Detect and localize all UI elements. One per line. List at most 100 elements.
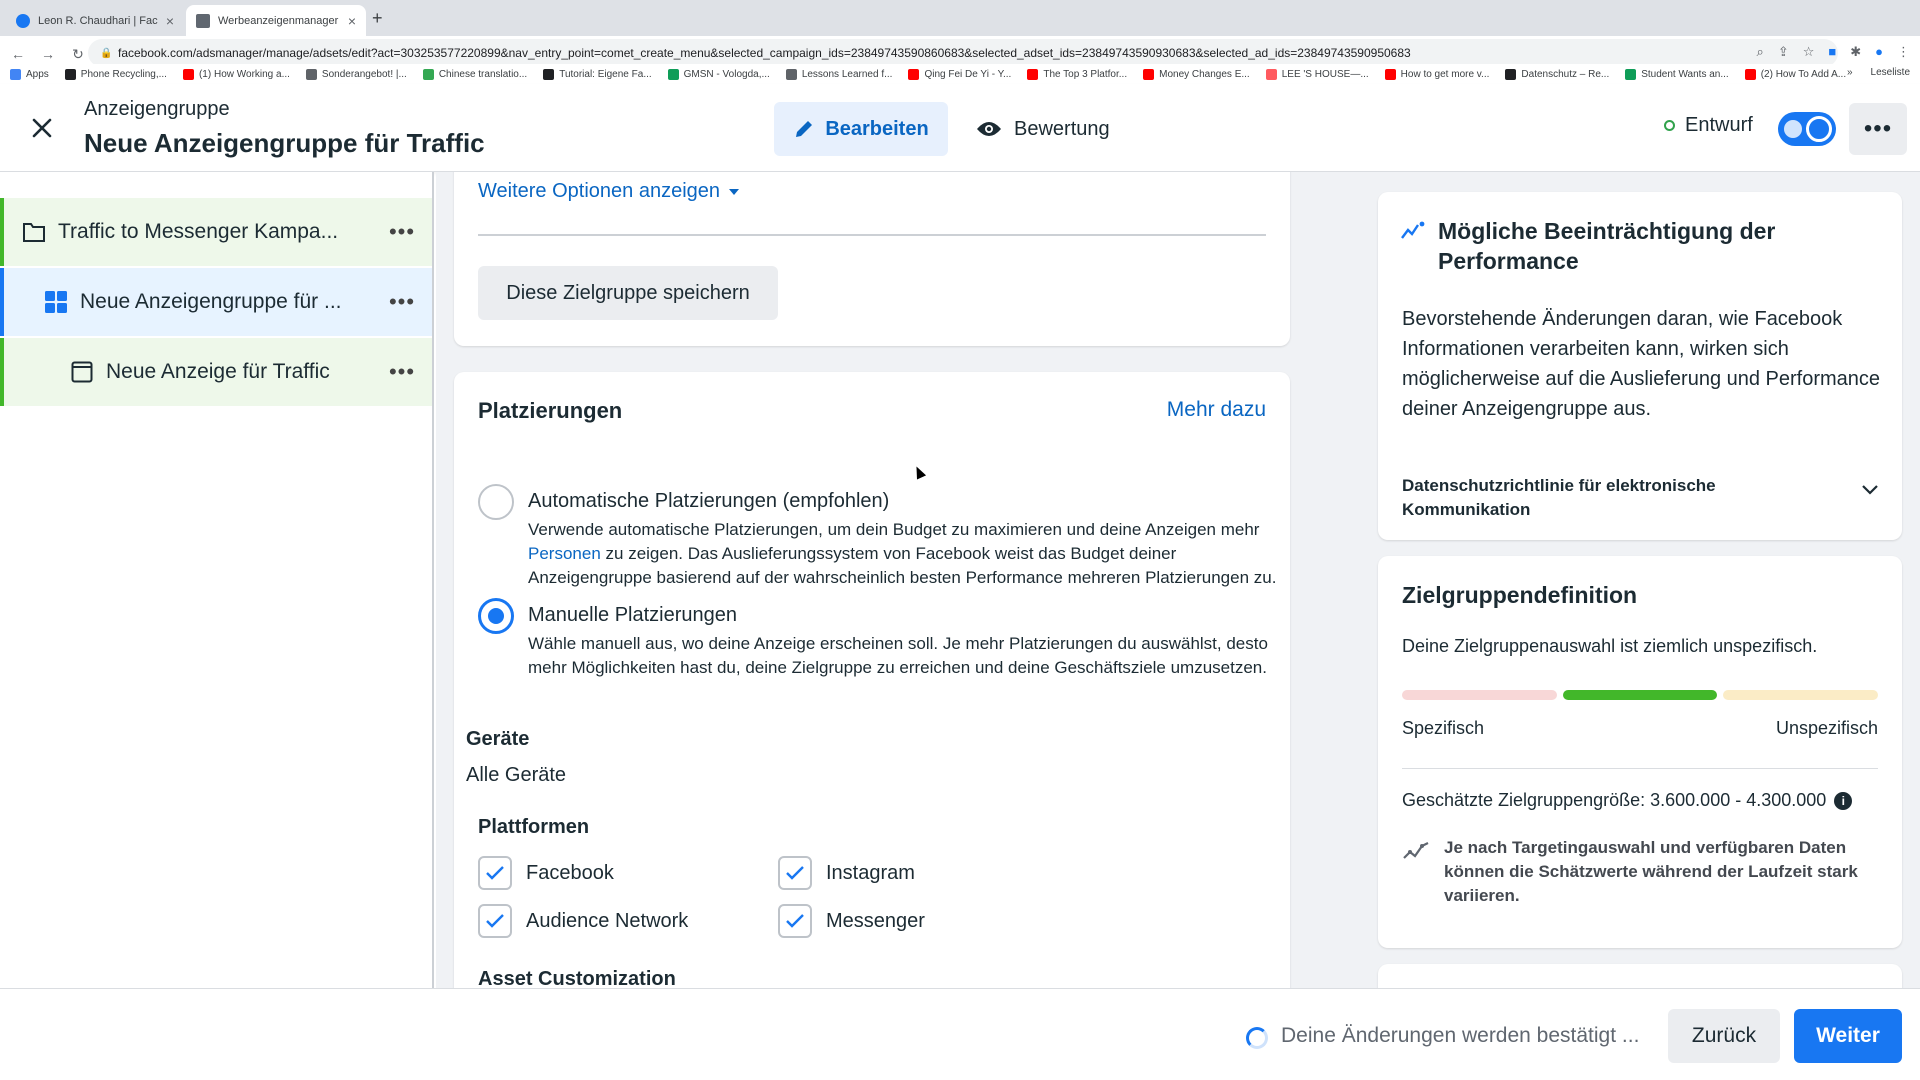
browser-tab-bar: Leon R. Chaudhari | Facebook × Werbeanze… [0, 0, 1920, 36]
lock-icon: 🔒 [100, 48, 113, 59]
bookmark-item[interactable]: Chinese translatio... [422, 68, 527, 80]
learn-more-link[interactable]: Mehr dazu [1167, 398, 1266, 422]
share-icon[interactable]: ⇪ [1778, 44, 1789, 60]
manual-placements-radio[interactable] [478, 598, 514, 634]
bookmark-favicon-icon [908, 68, 920, 80]
audience-definition-body: Deine Zielgruppenauswahl ist ziemlich un… [1402, 636, 1818, 656]
bookmark-item[interactable]: (1) How Working a... [182, 68, 290, 80]
address-bar[interactable]: 🔒 facebook.com/adsmanager/manage/adsets/… [88, 39, 1838, 67]
bookmark-label: Apps [26, 68, 49, 80]
info-icon[interactable]: i [1834, 791, 1853, 810]
bookmarks-overflow-icon[interactable]: » [1847, 67, 1853, 78]
more-options-link[interactable]: Weitere Optionen anzeigen [478, 180, 740, 203]
structure-panel: Traffic to Messenger Kampa... ••• Neue A… [0, 172, 434, 988]
new-tab-icon[interactable]: + [372, 8, 383, 29]
checkbox-checked-icon [778, 904, 812, 938]
bookmark-label: (2) How To Add A... [1760, 68, 1847, 80]
bookmark-item[interactable]: LEE 'S HOUSE—... [1265, 68, 1369, 80]
platform-checkbox-facebook[interactable]: Facebook [478, 856, 614, 890]
next-button[interactable]: Weiter [1794, 1009, 1902, 1063]
close-tab-icon[interactable]: × [348, 13, 356, 29]
review-button[interactable]: Bewertung [976, 102, 1110, 156]
tree-item-label: Neue Anzeigengruppe für ... [80, 290, 342, 313]
forward-arrow-icon[interactable]: → [36, 46, 60, 62]
browser-tab[interactable]: Leon R. Chaudhari | Facebook × [6, 5, 184, 36]
bookmark-item[interactable]: How to get more v... [1384, 68, 1489, 80]
bookmark-label: The Top 3 Platfor... [1043, 68, 1128, 80]
back-arrow-icon[interactable]: ← [6, 46, 30, 62]
placements-card: Platzierungen Mehr dazu Automatische Pla… [454, 372, 1290, 988]
url-text: facebook.com/adsmanager/manage/adsets/ed… [118, 46, 1411, 60]
adset-toggle[interactable] [1778, 112, 1836, 146]
bookmark-item[interactable]: Student Wants an... [1625, 68, 1729, 80]
loading-spinner-icon [1246, 1027, 1268, 1049]
automatic-placements-radio[interactable] [478, 484, 514, 520]
save-audience-button[interactable]: Diese Zielgruppe speichern [478, 266, 778, 320]
close-tab-icon[interactable]: × [166, 13, 174, 29]
bookmark-item[interactable]: Qing Fei De Yi - Y... [908, 68, 1012, 80]
privacy-policy-heading[interactable]: Datenschutzrichtlinie für elektronische … [1402, 474, 1822, 522]
profile-avatar[interactable]: ● [1875, 44, 1883, 60]
chevron-down-icon[interactable] [1862, 482, 1878, 500]
bookmark-item[interactable]: Money Changes E... [1143, 68, 1250, 80]
close-icon[interactable] [28, 114, 56, 142]
persons-link[interactable]: Personen [528, 544, 601, 563]
reading-list[interactable]: » Leseliste [1847, 67, 1910, 78]
bookmark-item[interactable]: Sonderangebot! |... [305, 68, 407, 80]
bookmark-favicon-icon [1384, 68, 1396, 80]
estimate-note: Je nach Targetingauswahl und verfügbaren… [1444, 838, 1858, 905]
bookmark-item[interactable]: Datenschutz – Re... [1505, 68, 1609, 80]
performance-warning-card: Mögliche Beeinträchtigung der Performanc… [1378, 192, 1902, 540]
puzzle-icon[interactable]: ✱ [1850, 44, 1861, 60]
tree-item-ad[interactable]: Neue Anzeige für Traffic ••• [0, 338, 432, 406]
platform-label: Messenger [826, 909, 925, 932]
bookmark-item[interactable]: The Top 3 Platfor... [1027, 68, 1128, 80]
more-options-button[interactable]: ••• [1849, 103, 1907, 155]
platform-checkbox-audience-network[interactable]: Audience Network [478, 904, 688, 938]
bookmark-item[interactable]: Apps [10, 68, 49, 80]
facebook-favicon-icon [16, 13, 30, 28]
ad-document-icon [70, 360, 94, 384]
bookmark-favicon-icon [543, 68, 555, 80]
bookmark-item[interactable]: (2) How To Add A... [1744, 68, 1847, 80]
footer-bar: Deine Änderungen werden bestätigt ... Zu… [0, 988, 1920, 1080]
edit-button[interactable]: Bearbeiten [774, 102, 948, 156]
next-card [1378, 964, 1902, 988]
tree-item-more-icon[interactable]: ••• [372, 219, 432, 245]
bookmark-label: Qing Fei De Yi - Y... [924, 68, 1012, 80]
tree-item-campaign[interactable]: Traffic to Messenger Kampa... ••• [0, 198, 432, 266]
zoom-icon[interactable]: ⌕ [1757, 44, 1764, 60]
tree-item-more-icon[interactable]: ••• [372, 359, 432, 385]
bookmark-label: Student Wants an... [1641, 68, 1729, 80]
checkbox-checked-icon [478, 904, 512, 938]
tree-item-more-icon[interactable]: ••• [372, 289, 432, 315]
extension-icon[interactable]: ■ [1828, 44, 1836, 60]
platform-checkbox-instagram[interactable]: Instagram [778, 856, 915, 890]
bookmark-favicon-icon [1027, 68, 1039, 80]
bookmark-label: Sonderangebot! |... [321, 68, 407, 80]
bookmark-item[interactable]: Phone Recycling,... [64, 68, 167, 80]
kebab-menu-icon[interactable]: ⋮ [1897, 44, 1910, 60]
tree-item-adset[interactable]: Neue Anzeigengruppe für ... ••• [0, 268, 432, 336]
reload-icon[interactable]: ↻ [66, 46, 90, 63]
main-content: Weitere Optionen anzeigen Diese Zielgrup… [436, 172, 1920, 988]
tree-item-label: Neue Anzeige für Traffic [106, 360, 330, 383]
checkbox-checked-icon [478, 856, 512, 890]
bookmark-favicon-icon [1744, 68, 1756, 80]
bookmark-label: (1) How Working a... [198, 68, 290, 80]
platform-checkbox-messenger[interactable]: Messenger [778, 904, 925, 938]
bookmark-favicon-icon [667, 68, 679, 80]
meter-segment-specific [1402, 690, 1557, 700]
apps-grid-icon [10, 68, 21, 80]
bookmark-item[interactable]: GMSN - Vologda,... [667, 68, 770, 80]
browser-tab-active[interactable]: Werbeanzeigenmanager - Wer × [186, 5, 366, 36]
grid-icon [44, 290, 68, 314]
more-options-label: Weitere Optionen anzeigen [478, 180, 721, 202]
bookmark-item[interactable]: Tutorial: Eigene Fa... [543, 68, 652, 80]
devices-value[interactable]: Alle Geräte [466, 764, 566, 787]
auto-desc-start: Verwende automatische Platzierungen, um … [528, 520, 1260, 539]
star-icon[interactable]: ☆ [1803, 44, 1815, 60]
back-button[interactable]: Zurück [1668, 1009, 1780, 1063]
meter-label-specific: Spezifisch [1402, 718, 1485, 738]
bookmark-item[interactable]: Lessons Learned f... [785, 68, 892, 80]
